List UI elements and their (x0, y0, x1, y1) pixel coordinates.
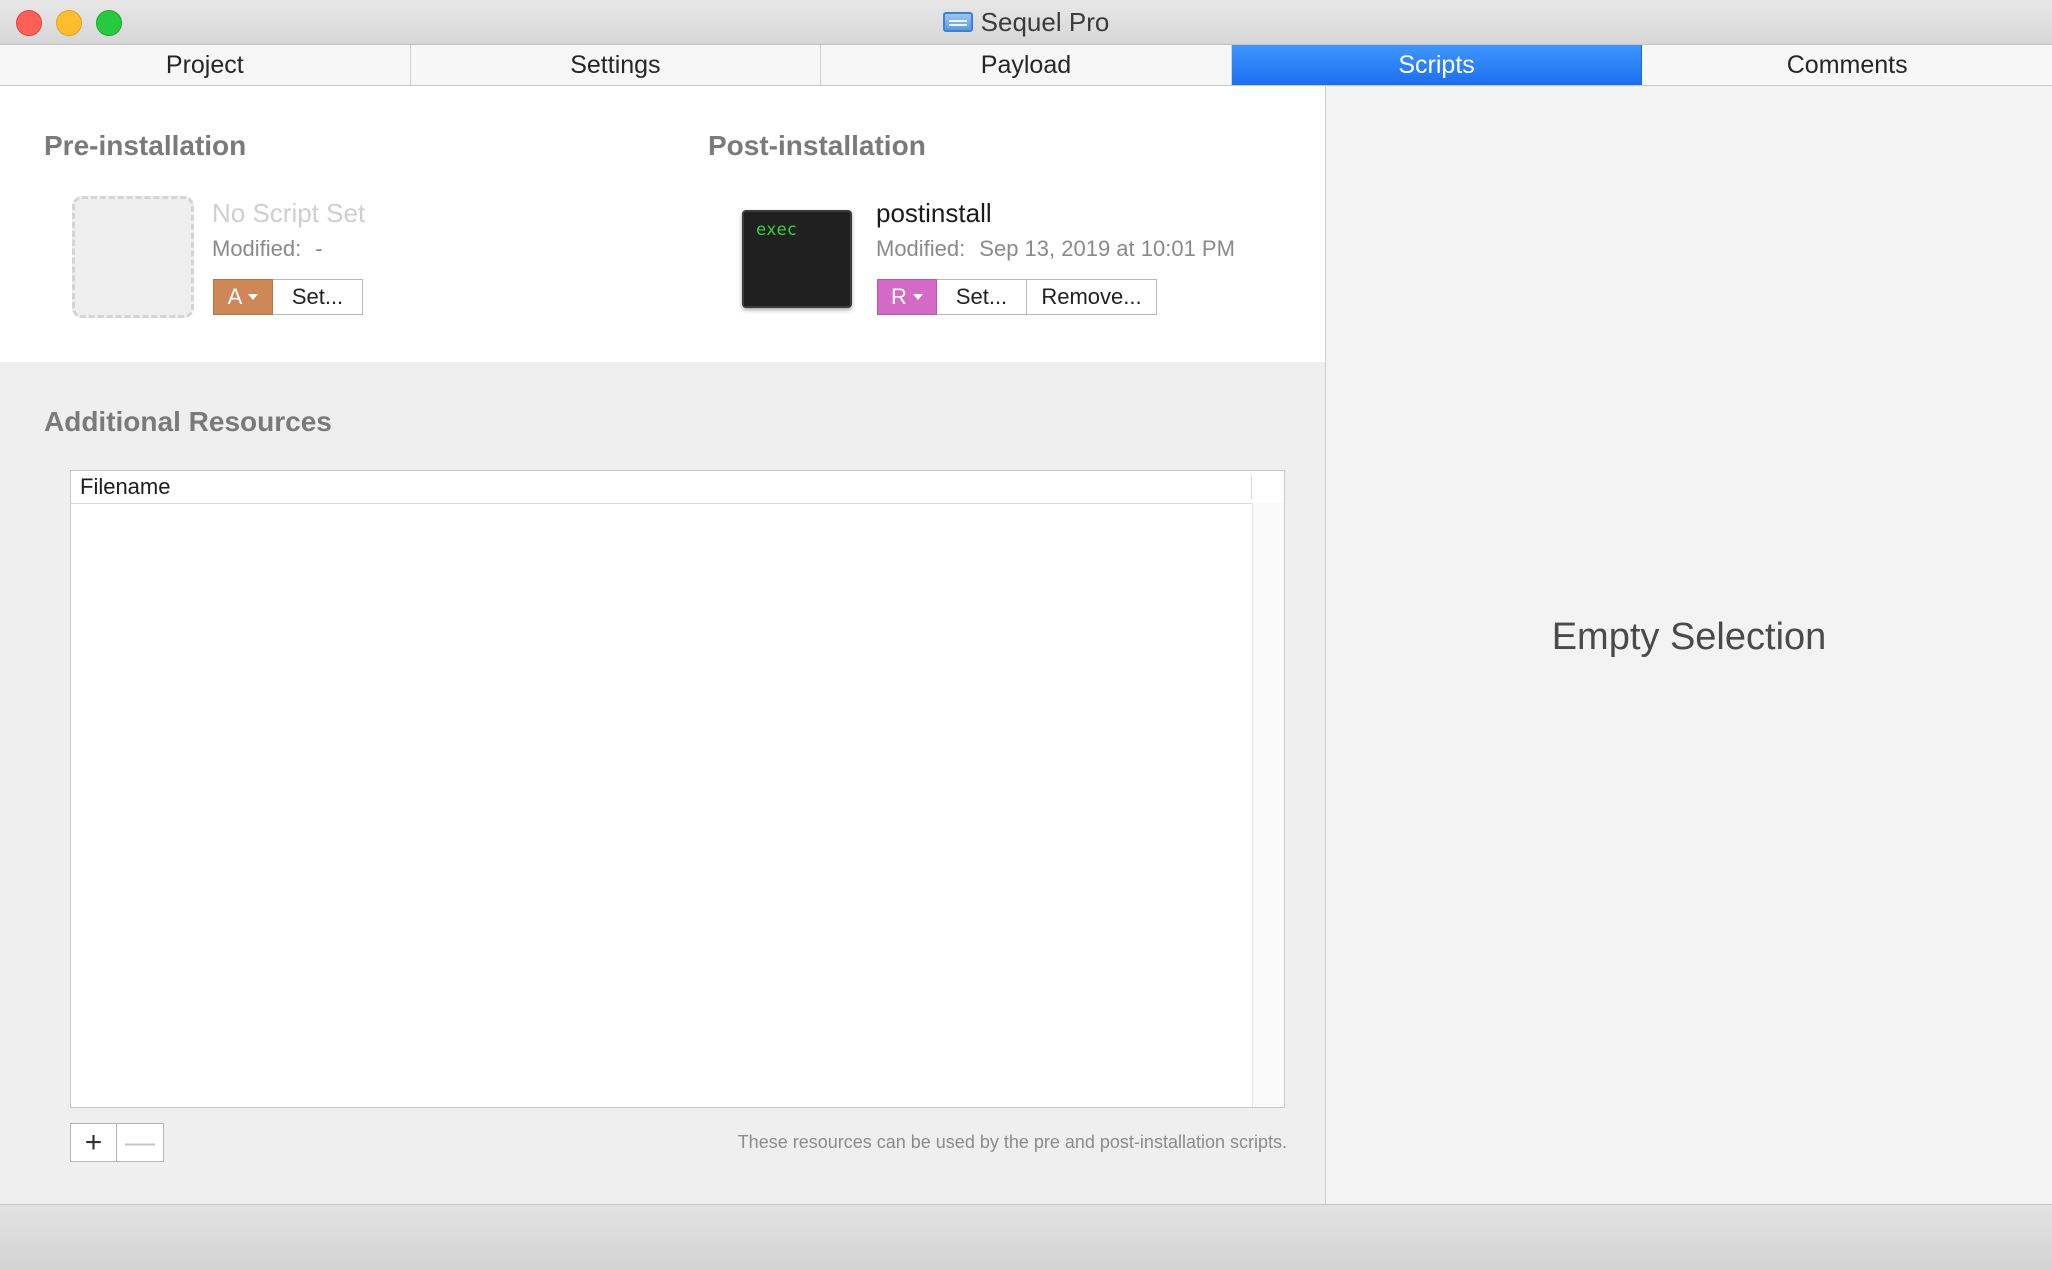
tab-bar: Project Settings Payload Scripts Comment… (0, 45, 2052, 86)
table-scroll-track (1252, 503, 1284, 1107)
post-tag-label: R (891, 284, 907, 309)
database-app-icon (942, 12, 973, 32)
post-script-tag-dropdown[interactable]: R (877, 279, 937, 315)
add-resource-button[interactable]: + (70, 1123, 117, 1162)
window-title: Sequel Pro (980, 6, 1110, 37)
tab-project[interactable]: Project (0, 45, 411, 85)
post-script-name: postinstall (876, 198, 992, 228)
tab-scripts[interactable]: Scripts (1231, 45, 1643, 85)
inspector-pane: Empty Selection (1325, 86, 2052, 1204)
tab-settings[interactable]: Settings (411, 45, 822, 85)
pre-modified-value: - (315, 236, 323, 261)
scripts-pane: Pre-installation No Script Set Modified:… (0, 86, 1325, 1204)
pre-script-set-button[interactable]: Set... (273, 279, 363, 315)
pre-tag-label: A (227, 284, 243, 309)
filename-column-header[interactable]: Filename (80, 474, 170, 500)
chevron-down-icon (912, 294, 923, 300)
chevron-down-icon (248, 294, 259, 300)
post-script-buttons: R Set... Remove... (877, 279, 1157, 315)
post-installation-heading: Post-installation (708, 130, 926, 161)
post-modified-label: Modified: (876, 236, 966, 261)
app-window: Sequel Pro Project Settings Payload Scri… (0, 0, 2052, 1270)
window-title-group: Sequel Pro (0, 0, 2052, 44)
pre-script-tag-dropdown[interactable]: A (213, 279, 273, 315)
remove-resource-button[interactable]: — (117, 1123, 164, 1162)
post-script-set-button[interactable]: Set... (937, 279, 1027, 315)
title-bar: Sequel Pro (0, 0, 2052, 45)
exec-script-icon[interactable]: exec (742, 210, 852, 308)
post-script-remove-button[interactable]: Remove... (1027, 279, 1157, 315)
resources-table[interactable]: Filename (70, 470, 1285, 1108)
empty-selection-label: Empty Selection (1551, 616, 1827, 658)
post-script-modified: Modified: Sep 13, 2019 at 10:01 PM (876, 236, 1235, 262)
pre-script-modified: Modified: - (212, 236, 323, 262)
bottom-status-bar (0, 1204, 2052, 1270)
additional-resources-heading: Additional Resources (44, 406, 332, 437)
column-divider (1251, 475, 1252, 499)
install-scripts-section: Pre-installation No Script Set Modified:… (0, 86, 1325, 362)
pre-script-buttons: A Set... (213, 279, 363, 315)
pre-script-name: No Script Set (212, 198, 366, 228)
pre-modified-label: Modified: (212, 236, 302, 261)
resources-hint-text: These resources can be used by the pre a… (737, 1132, 1287, 1152)
resource-add-remove-controls: + — (70, 1123, 164, 1162)
pre-script-drop-well[interactable] (72, 196, 194, 318)
tab-comments[interactable]: Comments (1642, 45, 2052, 85)
exec-icon-label: exec (756, 220, 797, 240)
pre-installation-heading: Pre-installation (44, 130, 247, 161)
table-header: Filename (71, 471, 1284, 504)
tab-payload[interactable]: Payload (821, 45, 1232, 85)
post-modified-value: Sep 13, 2019 at 10:01 PM (979, 236, 1235, 261)
